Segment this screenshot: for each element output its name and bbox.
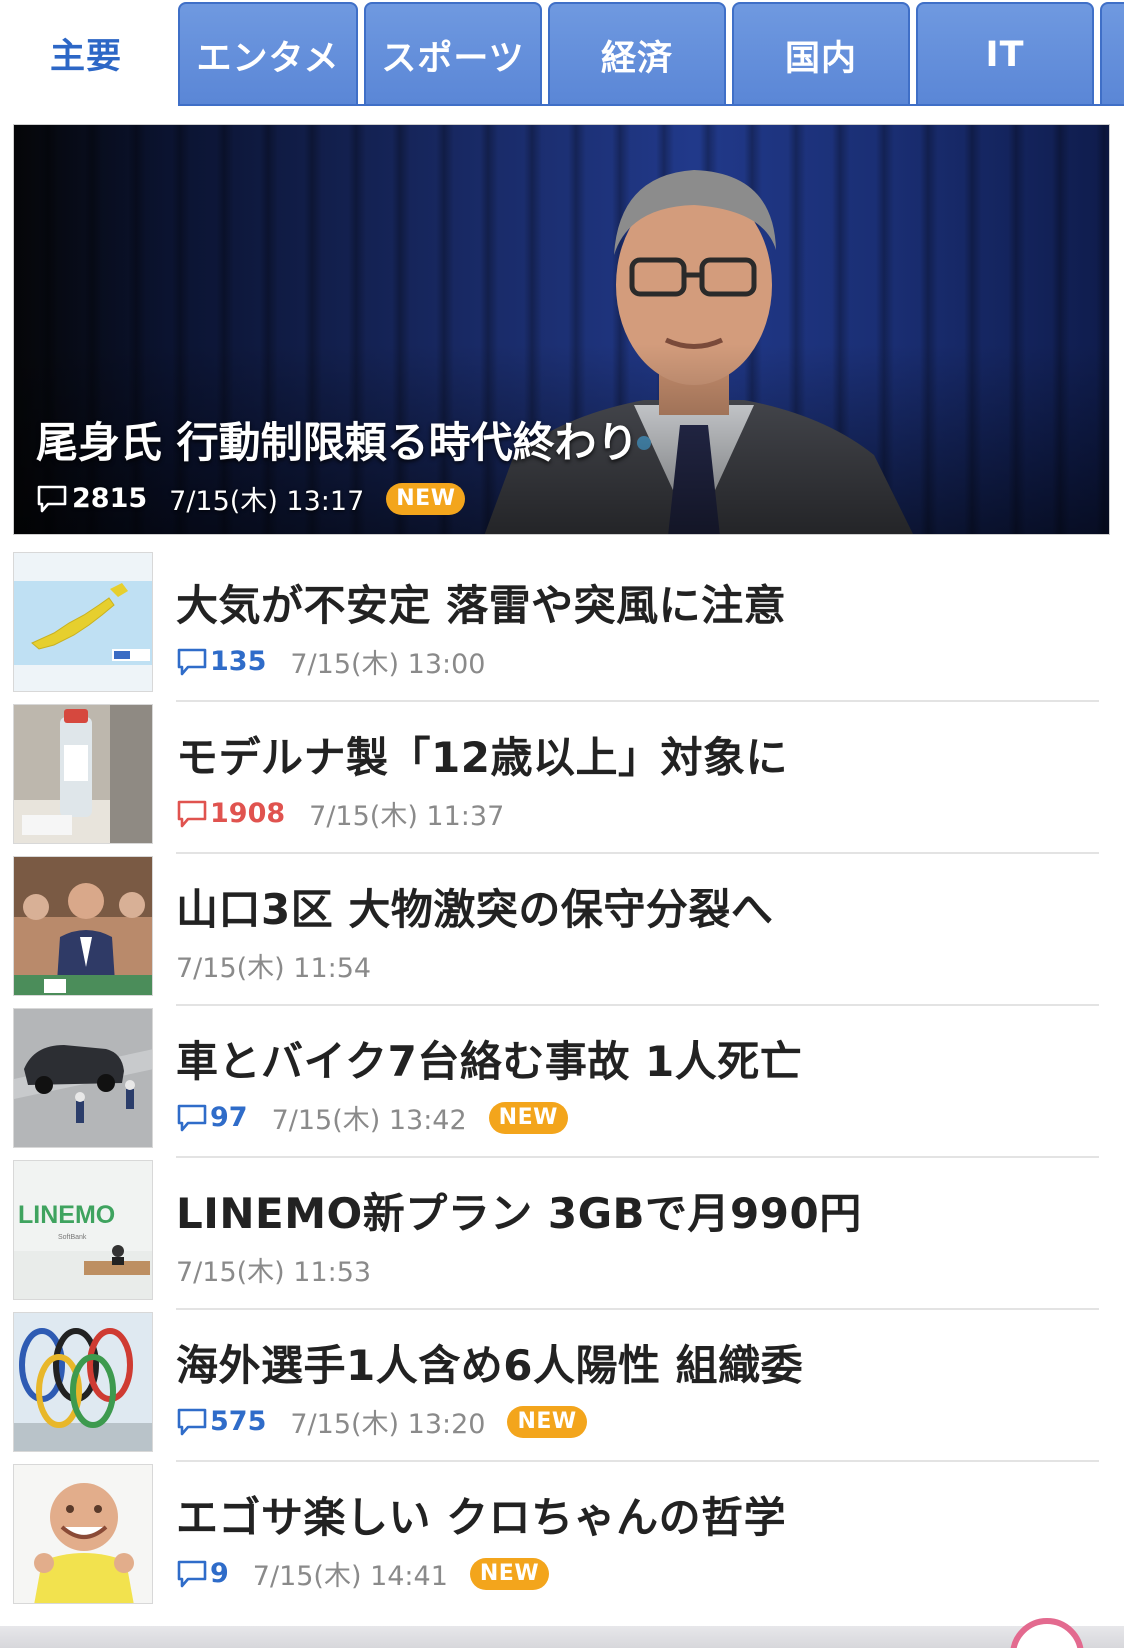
article-title: LINEMO新プラン 3GBで月990円 [176,1189,862,1238]
hero-meta: 2815 7/15(木) 13:17 NEW [36,479,466,518]
article-title: 車とバイク7台絡む事故 1人死亡 [176,1037,803,1086]
article-row[interactable]: エゴサ楽しい クロちゃんの哲学 9 7/15(木) 14:41 NEW [0,1462,1124,1614]
new-badge: NEW [469,1557,550,1590]
tab-it[interactable]: IT [916,2,1094,106]
article-thumbnail [13,856,153,996]
article-timestamp: 7/15(木) 13:20 [290,1409,486,1440]
article-thumbnail: LINEMO SoftBank [13,1160,153,1300]
article-row[interactable]: LINEMO SoftBank LINEMO新プラン 3GBで月990円 7/1… [0,1158,1124,1310]
article-meta: 1908 7/15(木) 11:37 [176,794,526,833]
article-title: モデルナ製「12歳以上」対象に [176,733,788,782]
bottom-toolbar-edge [0,1626,1124,1648]
article-timestamp: 7/15(木) 11:53 [176,1257,372,1288]
comment-icon [177,648,207,675]
tab-underline [178,104,1124,106]
article-thumbnail [13,1464,153,1604]
comment-count: 575 [210,1406,267,1437]
hero-comment-count: 2815 [72,483,148,514]
new-badge: NEW [488,1101,568,1134]
article-title: 山口3区 大物激突の保守分裂へ [176,885,774,934]
tab-domestic[interactable]: 国内 [732,2,910,106]
article-timestamp: 7/15(木) 13:42 [271,1105,467,1136]
comment-icon [177,1408,207,1435]
comment-icon [177,800,207,827]
article-meta: 7/15(木) 11:54 [176,946,393,985]
comment-icon [177,1560,207,1587]
comment-icon [177,1104,207,1131]
article-timestamp: 7/15(木) 14:41 [252,1561,448,1592]
article-title: 海外選手1人含め6人陽性 組織委 [176,1341,804,1390]
article-thumbnail [13,1312,153,1452]
article-thumbnail [13,552,153,692]
floating-action-button[interactable] [1010,1618,1084,1648]
article-meta: 97 7/15(木) 13:42 NEW [176,1098,568,1137]
article-timestamp: 7/15(木) 13:00 [290,649,486,680]
tab-entertainment[interactable]: エンタメ [178,2,358,106]
article-row[interactable]: 山口3区 大物激突の保守分裂へ 7/15(木) 11:54 [0,854,1124,1006]
hero-timestamp: 7/15(木) 13:17 [169,486,365,517]
article-timestamp: 7/15(木) 11:54 [176,953,372,984]
article-title: エゴサ楽しい クロちゃんの哲学 [176,1493,787,1542]
article-thumbnail [13,1008,153,1148]
article-row[interactable]: 車とバイク7台絡む事故 1人死亡 97 7/15(木) 13:42 NEW [0,1006,1124,1158]
article-list: 大気が不安定 落雷や突風に注意 135 7/15(木) 13:00 モデルナ製「… [0,550,1124,1614]
article-meta: 575 7/15(木) 13:20 NEW [176,1402,587,1441]
comment-count: 135 [210,646,267,677]
article-title: 大気が不安定 落雷や突風に注意 [176,581,787,630]
article-meta: 135 7/15(木) 13:00 [176,642,507,681]
tab-sports[interactable]: スポーツ [364,2,542,106]
article-timestamp: 7/15(木) 11:37 [309,801,505,832]
softbank-logo-text: SoftBank [58,1234,87,1241]
comment-count: 1908 [210,798,286,829]
article-row[interactable]: モデルナ製「12歳以上」対象に 1908 7/15(木) 11:37 [0,702,1124,854]
article-meta: 7/15(木) 11:53 [176,1250,393,1289]
linemo-logo-text: LINEMO [18,1201,115,1229]
article-thumbnail [13,704,153,844]
comment-count: 9 [210,1558,229,1589]
tab-next-partial[interactable] [1100,2,1124,106]
article-meta: 9 7/15(木) 14:41 NEW [176,1554,550,1593]
comment-icon [37,485,67,512]
comment-count: 97 [210,1102,248,1133]
hero-article[interactable]: 尾身氏 行動制限頼る時代終わり 2815 7/15(木) 13:17 NEW [13,124,1110,535]
article-row[interactable]: 海外選手1人含め6人陽性 組織委 575 7/15(木) 13:20 NEW [0,1310,1124,1462]
hero-title: 尾身氏 行動制限頼る時代終わり [36,418,639,467]
new-badge: NEW [386,482,466,515]
new-badge: NEW [507,1405,587,1438]
tab-economy[interactable]: 経済 [548,2,726,106]
article-row[interactable]: 大気が不安定 落雷や突風に注意 135 7/15(木) 13:00 [0,550,1124,702]
category-tabbar: 主要 エンタメ スポーツ 経済 国内 IT [0,0,1124,106]
tab-main[interactable]: 主要 [0,0,172,106]
